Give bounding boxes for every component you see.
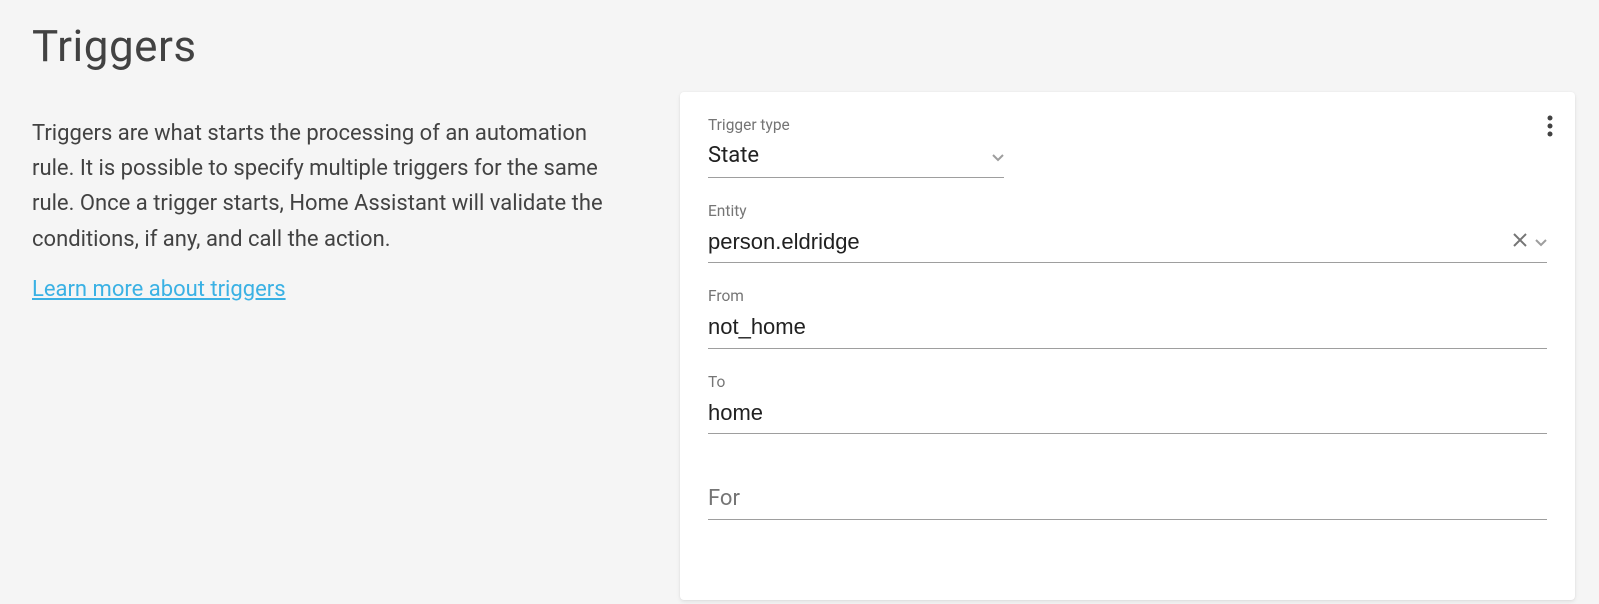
more-vert-icon	[1547, 114, 1553, 138]
learn-more-link[interactable]: Learn more about triggers	[32, 277, 286, 302]
for-field: For	[708, 482, 1547, 520]
trigger-type-field: Trigger type State	[708, 116, 1547, 178]
trigger-type-select[interactable]: State	[708, 140, 1004, 178]
card-menu-button[interactable]	[1543, 110, 1557, 142]
to-label: To	[708, 373, 1547, 391]
from-field: From	[708, 287, 1547, 349]
from-input[interactable]	[708, 311, 1547, 344]
entity-label: Entity	[708, 202, 1547, 220]
triggers-info-panel: Triggers Triggers are what starts the pr…	[0, 0, 680, 604]
section-title: Triggers	[32, 20, 648, 72]
trigger-type-label: Trigger type	[708, 116, 1547, 134]
to-input[interactable]	[708, 397, 1547, 430]
trigger-type-value: State	[708, 140, 984, 173]
entity-select[interactable]	[708, 226, 1547, 264]
clear-icon[interactable]	[1513, 232, 1527, 251]
dropdown-icon[interactable]	[992, 147, 1004, 166]
entity-field: Entity	[708, 202, 1547, 264]
to-field: To	[708, 373, 1547, 435]
trigger-card: Trigger type State Entity	[680, 92, 1575, 600]
from-label: From	[708, 287, 1547, 305]
section-description: Triggers are what starts the processing …	[32, 116, 627, 257]
dropdown-icon[interactable]	[1535, 232, 1547, 251]
entity-input[interactable]	[708, 226, 1505, 259]
for-input[interactable]	[708, 482, 1547, 515]
